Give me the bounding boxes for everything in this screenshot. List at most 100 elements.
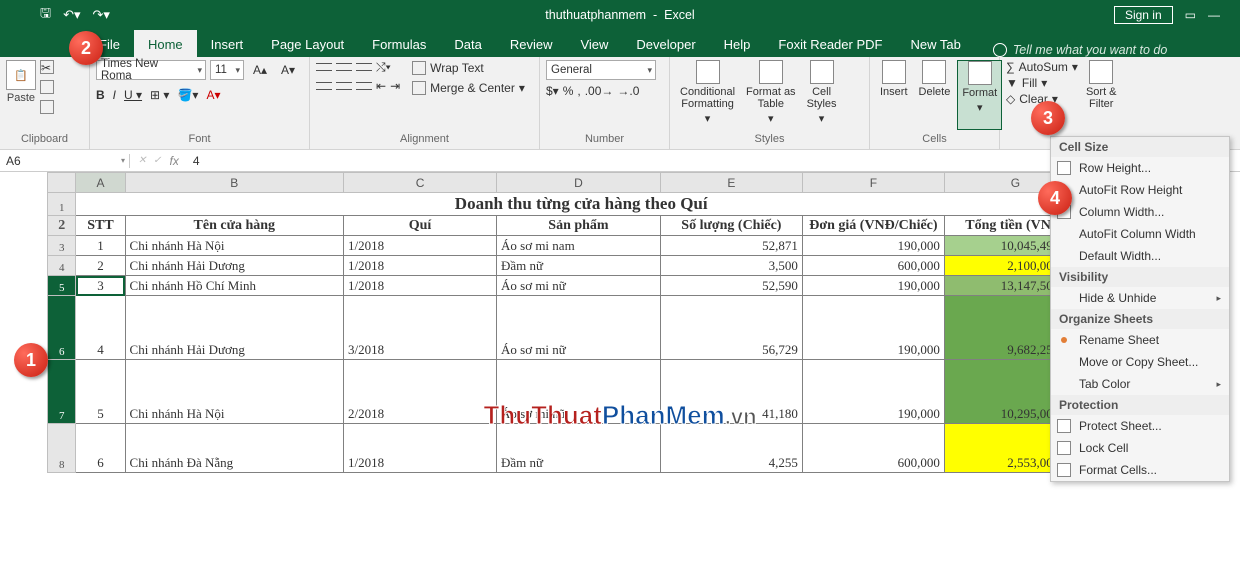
col-header-f[interactable]: F [802, 173, 944, 193]
merge-center-button[interactable]: Merge & Center ▾ [410, 80, 527, 96]
align-bottom-icon[interactable] [356, 60, 372, 74]
tab-review[interactable]: Review [496, 30, 567, 57]
menu-default-width[interactable]: Default Width... [1051, 245, 1229, 267]
fx-label[interactable]: fx [130, 154, 187, 168]
cell[interactable]: 190,000 [802, 276, 944, 296]
cell[interactable]: 3,500 [660, 256, 802, 276]
menu-tab-color[interactable]: Tab Color [1051, 373, 1229, 395]
sign-in-button[interactable]: Sign in [1114, 6, 1173, 24]
tell-me-search[interactable]: Tell me what you want to do [993, 43, 1168, 57]
tab-view[interactable]: View [566, 30, 622, 57]
cell[interactable]: Chi nhánh Hải Dương [125, 256, 344, 276]
tab-help[interactable]: Help [710, 30, 765, 57]
tab-formulas[interactable]: Formulas [358, 30, 440, 57]
cell[interactable]: Áo sơ mi nữ [497, 296, 661, 360]
cell[interactable]: 2 [76, 256, 125, 276]
format-painter-icon[interactable] [40, 100, 54, 114]
ribbon-options-icon[interactable]: ▭ [1185, 8, 1196, 22]
col-header-a[interactable]: A [76, 173, 125, 193]
cell[interactable]: 5 [76, 360, 125, 424]
tab-page-layout[interactable]: Page Layout [257, 30, 358, 57]
delete-cells-button[interactable]: Delete [915, 60, 955, 130]
border-button[interactable]: ⊞ ▾ [150, 88, 169, 102]
select-all-corner[interactable] [48, 173, 76, 193]
align-right-icon[interactable] [356, 79, 372, 93]
cell[interactable]: 6 [76, 424, 125, 473]
sort-filter-button[interactable]: Sort & Filter [1082, 60, 1121, 130]
tab-home[interactable]: Home [134, 30, 197, 57]
menu-autofit-row-height[interactable]: AutoFit Row Height [1051, 179, 1229, 201]
menu-row-height[interactable]: Row Height... [1051, 157, 1229, 179]
redo-icon[interactable]: ↷▾ [93, 7, 110, 23]
bold-button[interactable]: B [96, 88, 105, 102]
decrease-font-icon[interactable]: A▾ [276, 60, 300, 80]
cell[interactable]: 3/2018 [344, 296, 497, 360]
cell[interactable]: 3 [76, 276, 125, 296]
tab-foxit[interactable]: Foxit Reader PDF [764, 30, 896, 57]
name-box[interactable]: A6 [0, 154, 130, 168]
row-header[interactable]: 2 [48, 216, 76, 236]
italic-button[interactable]: I [113, 88, 116, 102]
cell[interactable]: Chi nhánh Đà Nẵng [125, 424, 344, 473]
fill-color-button[interactable]: 🪣▾ [177, 88, 198, 102]
cell[interactable]: 1/2018 [344, 256, 497, 276]
sheet-title[interactable]: Doanh thu từng cửa hàng theo Quí [76, 193, 1087, 216]
cell[interactable]: 52,871 [660, 236, 802, 256]
menu-hide-unhide[interactable]: Hide & Unhide [1051, 287, 1229, 309]
font-color-button[interactable]: A▾ [206, 88, 220, 102]
header-cell[interactable]: Đơn giá (VNĐ/Chiếc) [802, 216, 944, 236]
undo-icon[interactable]: ↶▾ [63, 7, 80, 23]
save-icon[interactable]: 🖫 [40, 4, 51, 26]
tab-developer[interactable]: Developer [622, 30, 709, 57]
menu-format-cells[interactable]: Format Cells... [1051, 459, 1229, 481]
col-header-e[interactable]: E [660, 173, 802, 193]
align-middle-icon[interactable] [336, 60, 352, 74]
increase-decimal-icon[interactable]: .00→ [585, 84, 614, 98]
number-format-combo[interactable]: General [546, 60, 656, 80]
align-left-icon[interactable] [316, 79, 332, 93]
header-cell[interactable]: Tên cửa hàng [125, 216, 344, 236]
percent-icon[interactable]: % [563, 84, 574, 98]
tab-data[interactable]: Data [440, 30, 495, 57]
insert-cells-button[interactable]: Insert [876, 60, 912, 130]
tab-insert[interactable]: Insert [197, 30, 258, 57]
cell[interactable]: 56,729 [660, 296, 802, 360]
cell[interactable]: 190,000 [802, 360, 944, 424]
menu-column-width[interactable]: Column Width... [1051, 201, 1229, 223]
cell[interactable]: 52,590 [660, 276, 802, 296]
header-cell[interactable]: Quí [344, 216, 497, 236]
paste-button[interactable]: Paste [7, 92, 35, 104]
paste-icon[interactable]: 📋 [6, 60, 36, 90]
cell[interactable]: 190,000 [802, 296, 944, 360]
cell[interactable]: 1 [76, 236, 125, 256]
row-header[interactable]: 7 [48, 360, 76, 424]
increase-indent-icon[interactable]: ⇥ [390, 79, 400, 93]
fill-button[interactable]: ▼Fill ▾ [1006, 76, 1078, 90]
menu-autofit-column-width[interactable]: AutoFit Column Width [1051, 223, 1229, 245]
accounting-icon[interactable]: $▾ [546, 84, 559, 98]
header-cell[interactable]: Số lượng (Chiếc) [660, 216, 802, 236]
underline-button[interactable]: U ▾ [124, 88, 142, 102]
header-cell[interactable]: STT [76, 216, 125, 236]
cell[interactable]: 1/2018 [344, 424, 497, 473]
cell[interactable]: 600,000 [802, 424, 944, 473]
wrap-text-button[interactable]: Wrap Text [410, 60, 527, 76]
cell[interactable]: Chi nhánh Hà Nội [125, 360, 344, 424]
row-header[interactable]: 1 [48, 193, 76, 216]
cell[interactable]: Áo sơ mi nữ [497, 276, 661, 296]
col-header-b[interactable]: B [125, 173, 344, 193]
cell-styles-button[interactable]: Cell Styles▾ [803, 60, 841, 130]
row-header[interactable]: 3 [48, 236, 76, 256]
cell[interactable]: 190,000 [802, 236, 944, 256]
font-family-combo[interactable]: Times New Roma [96, 60, 206, 80]
cell[interactable]: 2/2018 [344, 360, 497, 424]
cut-icon[interactable]: ✂ [40, 60, 54, 74]
col-header-d[interactable]: D [497, 173, 661, 193]
cell[interactable]: 1/2018 [344, 236, 497, 256]
col-header-c[interactable]: C [344, 173, 497, 193]
decrease-decimal-icon[interactable]: →.0 [617, 84, 639, 98]
cell[interactable]: Áo sơ mi nam [497, 236, 661, 256]
row-header[interactable]: 6 [48, 296, 76, 360]
conditional-formatting-button[interactable]: Conditional Formatting▾ [676, 60, 739, 130]
cell[interactable]: Chi nhánh Hải Dương [125, 296, 344, 360]
